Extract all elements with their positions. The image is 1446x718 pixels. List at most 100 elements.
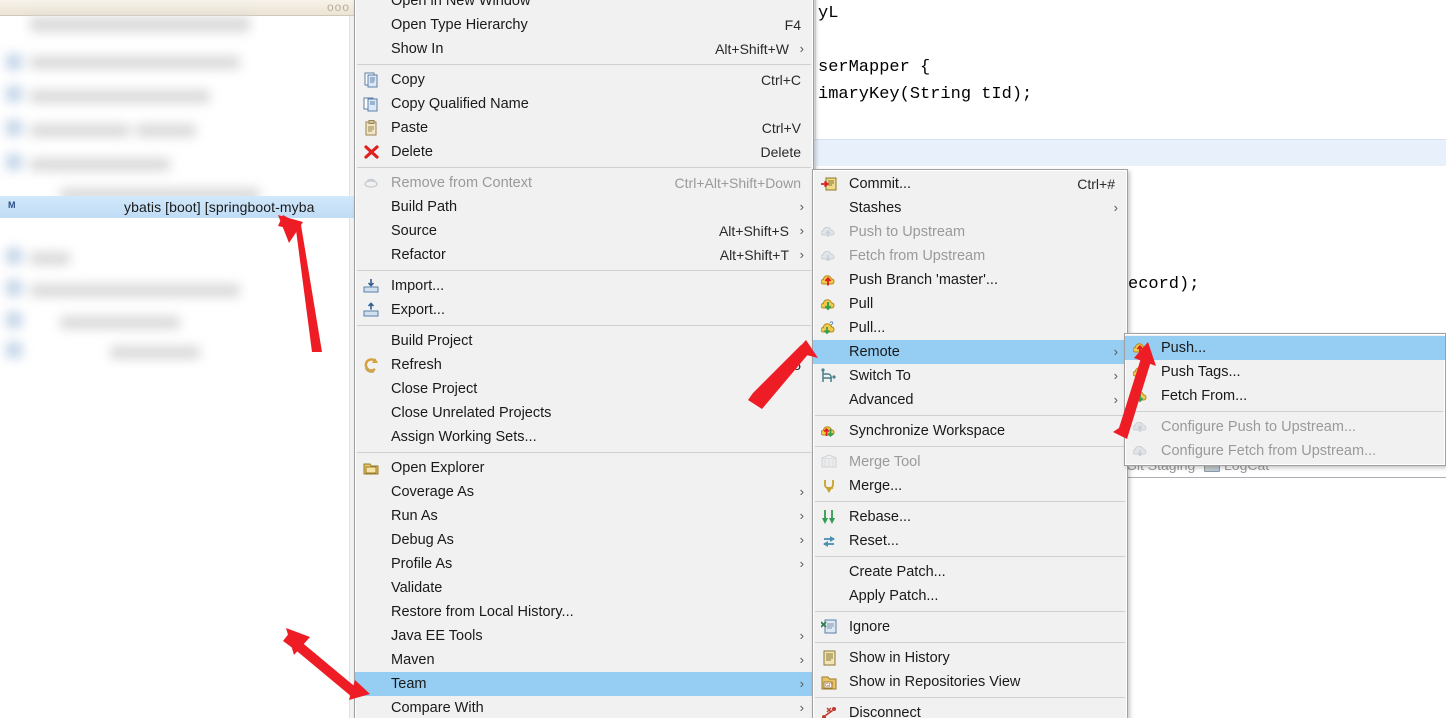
menu-item-commit[interactable]: Commit... Ctrl+#: [813, 172, 1127, 196]
menu-item-label: Delete: [391, 144, 433, 160]
chevron-right-icon: ›: [799, 508, 804, 523]
git-commit-icon: [821, 176, 839, 192]
push-icon: [1133, 340, 1151, 356]
menu-item-label: Restore from Local History...: [391, 604, 574, 620]
menu-item-shortcut: Ctrl+V: [761, 120, 801, 136]
menu-item-remove-from-context[interactable]: Remove from Context Ctrl+Alt+Shift+Down: [355, 171, 813, 195]
code-text: yLserMapper {imaryKey(String tId);r reco…: [818, 0, 1446, 162]
menu-item-label: Push to Upstream: [849, 224, 966, 240]
pull-icon: [821, 296, 839, 312]
chevron-right-icon: ›: [799, 532, 804, 547]
menu-item-label: Push Tags...: [1161, 364, 1241, 380]
view-panel-top-border: [1120, 477, 1446, 478]
menu-item-source[interactable]: Source Alt+Shift+S ›: [355, 219, 813, 243]
menu-item-synchronize-workspace[interactable]: Synchronize Workspace: [813, 419, 1127, 443]
menu-item-ignore[interactable]: Ignore: [813, 615, 1127, 639]
menu-item-pull[interactable]: Pull: [813, 292, 1127, 316]
menu-item-label: Disconnect: [849, 705, 921, 718]
menu-item-push-to-upstream[interactable]: Push to Upstream: [813, 220, 1127, 244]
menu-item-team[interactable]: Team ›: [355, 672, 813, 696]
remote-submenu[interactable]: Push... Push Tags... Fetch From... Configur…: [1124, 333, 1446, 466]
menu-item-label: Debug As: [391, 532, 454, 548]
menu-item-run-as[interactable]: Run As ›: [355, 504, 813, 528]
menu-item-fetch-from-upstream[interactable]: Fetch from Upstream: [813, 244, 1127, 268]
menu-item-label: Coverage As: [391, 484, 475, 500]
menu-item-label: Source: [391, 223, 437, 239]
eclipse-ide-window: yLserMapper {imaryKey(String tId);r reco…: [0, 0, 1446, 718]
menu-item-restore-from-local-history[interactable]: Restore from Local History...: [355, 600, 813, 624]
menu-item-build-project[interactable]: Build Project: [355, 329, 813, 353]
menu-item-create-patch[interactable]: Create Patch...: [813, 560, 1127, 584]
code-line-right: ecord);: [1128, 275, 1200, 294]
menu-item-stashes[interactable]: Stashes ›: [813, 196, 1127, 220]
menu-item-copy[interactable]: Copy Ctrl+C: [355, 68, 813, 92]
menu-item-label: Pull...: [849, 320, 886, 336]
menu-item-close-unrelated-projects[interactable]: Close Unrelated Projects: [355, 401, 813, 425]
menu-item-label: Show in History: [849, 650, 950, 666]
menu-item-push-branch-master[interactable]: Push Branch 'master'...: [813, 268, 1127, 292]
menu-item-refresh[interactable]: Refresh F5: [355, 353, 813, 377]
menu-item-paste[interactable]: Paste Ctrl+V: [355, 116, 813, 140]
menu-item-import[interactable]: Import...: [355, 274, 813, 298]
chevron-right-icon: ›: [799, 556, 804, 571]
chevron-right-icon: ›: [799, 247, 804, 262]
menu-item-show-in-repositories-view[interactable]: GIT Show in Repositories View: [813, 670, 1127, 694]
menu-item-open-explorer[interactable]: Open Explorer: [355, 456, 813, 480]
menu-item-maven[interactable]: Maven ›: [355, 648, 813, 672]
menu-item-merge-tool[interactable]: Merge Tool: [813, 450, 1127, 474]
menu-item-refactor[interactable]: Refactor Alt+Shift+T ›: [355, 243, 813, 267]
menu-separator: [815, 415, 1125, 416]
menu-item-fetch-from[interactable]: Fetch From...: [1125, 384, 1445, 408]
menu-item-label: Build Project: [391, 333, 473, 349]
menu-item-label: Configure Fetch from Upstream...: [1161, 443, 1377, 459]
menu-item-label: Open Explorer: [391, 460, 485, 476]
menu-item-label: Maven: [391, 652, 435, 668]
fetch-from-icon: [1133, 388, 1151, 404]
menu-item-disconnect[interactable]: Disconnect: [813, 701, 1127, 718]
menu-item-label: Apply Patch...: [849, 588, 939, 604]
menu-item-delete[interactable]: Delete Delete: [355, 140, 813, 164]
menu-item-advanced[interactable]: Advanced ›: [813, 388, 1127, 412]
menu-item-push[interactable]: Push...: [1125, 336, 1445, 360]
menu-item-rebase[interactable]: Rebase...: [813, 505, 1127, 529]
package-explorer[interactable]: ooo: [0, 0, 356, 718]
menu-item-push-tags[interactable]: Push Tags...: [1125, 360, 1445, 384]
explorer-toolbar[interactable]: ooo: [0, 0, 356, 16]
menu-item-export[interactable]: Export...: [355, 298, 813, 322]
menu-item-merge[interactable]: Merge...: [813, 474, 1127, 498]
menu-item-remote[interactable]: Remote ›: [813, 340, 1127, 364]
menu-item-label: Commit...: [849, 176, 912, 192]
menu-item-validate[interactable]: Validate: [355, 576, 813, 600]
menu-item-configure-fetch-from-upstream[interactable]: Configure Fetch from Upstream...: [1125, 439, 1445, 463]
menu-item-compare-with[interactable]: Compare With ›: [355, 696, 813, 718]
merge-tool-icon: [821, 454, 839, 470]
menu-separator: [357, 167, 811, 168]
menu-item-close-project[interactable]: Close Project: [355, 377, 813, 401]
menu-separator: [815, 556, 1125, 557]
history-icon: [821, 650, 839, 666]
menu-item-debug-as[interactable]: Debug As ›: [355, 528, 813, 552]
menu-item-build-path[interactable]: Build Path ›: [355, 195, 813, 219]
menu-item-shortcut: F5: [784, 357, 801, 373]
menu-item-switch-to[interactable]: Switch To ›: [813, 364, 1127, 388]
menu-item-configure-push-to-upstream[interactable]: Configure Push to Upstream...: [1125, 415, 1445, 439]
chevron-right-icon: ›: [799, 484, 804, 499]
menu-item-reset[interactable]: Reset...: [813, 529, 1127, 553]
menu-item-coverage-as[interactable]: Coverage As ›: [355, 480, 813, 504]
menu-item-open-type-hierarchy[interactable]: Open Type Hierarchy F4: [355, 13, 813, 37]
project-context-menu[interactable]: Open in New Window Open Type Hierarchy F4 S…: [354, 0, 814, 718]
menu-item-apply-patch[interactable]: Apply Patch...: [813, 584, 1127, 608]
menu-item-label: Pull: [849, 296, 874, 312]
menu-item-copy-qualified-name[interactable]: Copy Qualified Name: [355, 92, 813, 116]
menu-item-profile-as[interactable]: Profile As ›: [355, 552, 813, 576]
menu-item-shortcut: Alt+Shift+T: [719, 247, 789, 263]
menu-item-show-in-history[interactable]: Show in History: [813, 646, 1127, 670]
menu-item-show-in[interactable]: Show In Alt+Shift+W ›: [355, 37, 813, 61]
menu-item-assign-working-sets[interactable]: Assign Working Sets...: [355, 425, 813, 449]
team-submenu[interactable]: Commit... Ctrl+# Stashes › Push to Upstream F…: [812, 169, 1128, 718]
menu-item-java-ee-tools[interactable]: Java EE Tools ›: [355, 624, 813, 648]
menu-separator: [357, 270, 811, 271]
menu-item-pull[interactable]: ? Pull...: [813, 316, 1127, 340]
menu-item-open-in-new-window[interactable]: Open in New Window: [355, 0, 813, 13]
menu-item-label: Synchronize Workspace: [849, 423, 1006, 439]
